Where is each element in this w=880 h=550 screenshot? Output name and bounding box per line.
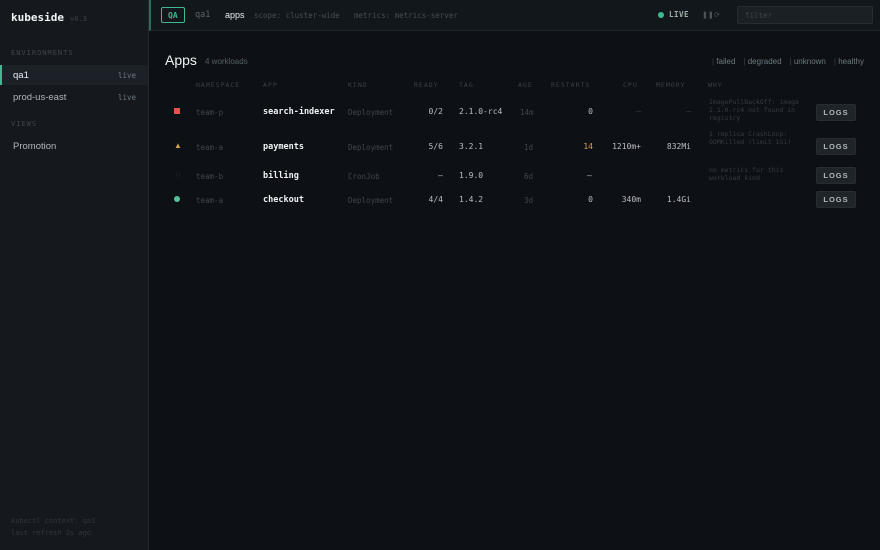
environments-heading: ENVIRONMENTS: [11, 49, 74, 57]
cell-age: 3d: [524, 196, 534, 205]
cell-namespace: team-p: [196, 108, 224, 117]
live-label: LIVE: [669, 10, 690, 19]
cell-restarts: 0: [588, 107, 593, 116]
cell-kind: Deployment: [348, 108, 394, 117]
cell-restarts: 0: [588, 195, 593, 204]
sidebar: kubeside v0.3 ENVIRONMENTS qa1 live prod…: [0, 0, 149, 550]
cell-cpu: 340m: [621, 195, 641, 204]
cell-tag: 2.1.0-rc4: [459, 107, 503, 116]
cell-kind: CronJob: [348, 172, 380, 181]
pause-icon[interactable]: ❚❚: [702, 11, 714, 19]
cell-namespace: team-b: [196, 172, 224, 181]
workload-count: 4 workloads: [205, 57, 248, 66]
cell-tag: 1.4.2: [459, 195, 484, 204]
sidebar-footer-refresh: last refresh 2s ago: [11, 529, 92, 537]
breadcrumb-page: apps: [225, 10, 245, 20]
cell-kind: Deployment: [348, 143, 394, 152]
cell-why: no metrics for this workload kind: [709, 166, 784, 182]
cell-age: 14m: [520, 108, 534, 117]
cell-memory: —: [686, 107, 691, 116]
cell-age: 6d: [524, 172, 534, 181]
cell-memory: 832Mi: [666, 142, 691, 151]
col-namespace: NAMESPACE: [196, 81, 241, 89]
col-age: AGE: [518, 81, 533, 89]
cell-cpu: 1210m+: [612, 142, 641, 151]
table-row[interactable]: team-p search-indexer Deployment 0/2 2.1…: [165, 98, 865, 128]
cell-ready: 0/2: [428, 107, 443, 116]
brand: kubeside v0.3: [11, 11, 87, 24]
cell-restarts: 14: [583, 142, 593, 151]
status-filters: failed degraded unknown healthy: [712, 57, 864, 66]
live-badge: live: [117, 92, 136, 102]
cell-memory: 1.4Gi: [666, 195, 691, 204]
cell-age: 1d: [524, 143, 534, 152]
cell-tag: 3.2.1: [459, 142, 484, 151]
cell-cpu: —: [636, 107, 641, 116]
table-row[interactable]: ▲ team-a payments Deployment 5/6 3.2.1 1…: [165, 130, 865, 158]
warning-icon: ▲: [174, 141, 182, 150]
col-why: WHY: [708, 81, 723, 89]
table-row[interactable]: team-a checkout Deployment 4/4 1.4.2 3d …: [165, 190, 865, 210]
search-input[interactable]: [737, 6, 873, 24]
sidebar-footer-context: kubectl context: qa1: [11, 517, 96, 525]
cell-ready: 4/4: [428, 195, 443, 204]
cell-namespace: team-a: [196, 143, 224, 152]
logs-button[interactable]: LOGS: [816, 138, 856, 155]
live-dot-icon: [658, 11, 664, 18]
cell-app[interactable]: payments: [263, 142, 304, 152]
topbar: QA qa1 apps scope: cluster-wide metrics:…: [149, 0, 880, 31]
cell-ready: —: [438, 171, 443, 180]
scope-label: scope: cluster-wide: [254, 11, 340, 20]
breadcrumb-env[interactable]: qa1: [195, 10, 210, 20]
cell-restarts: —: [587, 171, 592, 180]
views-heading: VIEWS: [11, 120, 38, 128]
logs-button[interactable]: LOGS: [816, 191, 856, 208]
app-version: v0.3: [69, 15, 87, 23]
col-memory: MEMORY: [656, 81, 686, 89]
filter-failed[interactable]: failed: [712, 57, 735, 66]
metrics-label: metrics: metrics-server: [354, 11, 458, 20]
sidebar-item-qa1[interactable]: qa1 live: [0, 65, 148, 85]
cell-app[interactable]: billing: [263, 171, 299, 181]
cell-kind: Deployment: [348, 196, 394, 205]
col-restarts: RESTARTS: [551, 81, 591, 89]
cell-app[interactable]: checkout: [263, 195, 304, 205]
live-badge: live: [117, 70, 136, 80]
unknown-status-icon: ◌: [175, 170, 181, 179]
col-kind: KIND: [348, 81, 368, 89]
cell-why: ImagePullBackOff: image 2.1.0-rc4 not fo…: [709, 98, 800, 122]
healthy-status-icon: [174, 196, 180, 202]
logs-button[interactable]: LOGS: [816, 104, 856, 121]
sidebar-item-label: Promotion: [13, 140, 57, 152]
cell-namespace: team-a: [196, 196, 224, 205]
filter-degraded[interactable]: degraded: [743, 57, 782, 66]
cell-tag: 1.9.0: [459, 171, 484, 180]
env-chip: QA: [161, 7, 185, 23]
live-indicator: LIVE: [658, 10, 689, 19]
refresh-icon[interactable]: ⟳: [714, 11, 720, 19]
sidebar-item-label: qa1: [13, 69, 29, 81]
col-app: APP: [263, 81, 278, 89]
col-tag: TAG: [459, 81, 474, 89]
cell-ready: 5/6: [428, 142, 443, 151]
cell-app[interactable]: search-indexer: [263, 107, 335, 117]
sidebar-item-promotion[interactable]: Promotion: [0, 136, 148, 156]
sidebar-item-label: prod-us-east: [13, 91, 67, 103]
table-row[interactable]: ◌ team-b billing CronJob — 1.9.0 6d — no…: [165, 166, 865, 186]
sidebar-item-prod-us-east[interactable]: prod-us-east live: [0, 87, 148, 107]
filter-healthy[interactable]: healthy: [834, 57, 864, 66]
failed-status-icon: [174, 108, 180, 114]
filter-unknown[interactable]: unknown: [790, 57, 826, 66]
cell-why: 1 replica CrashLoop: OOMKilled (limit 1G…: [709, 130, 792, 146]
logs-button[interactable]: LOGS: [816, 167, 856, 184]
col-cpu: CPU: [623, 81, 638, 89]
app-name: kubeside: [11, 11, 64, 24]
col-ready: READY: [414, 81, 439, 89]
page-title: Apps: [165, 52, 197, 68]
